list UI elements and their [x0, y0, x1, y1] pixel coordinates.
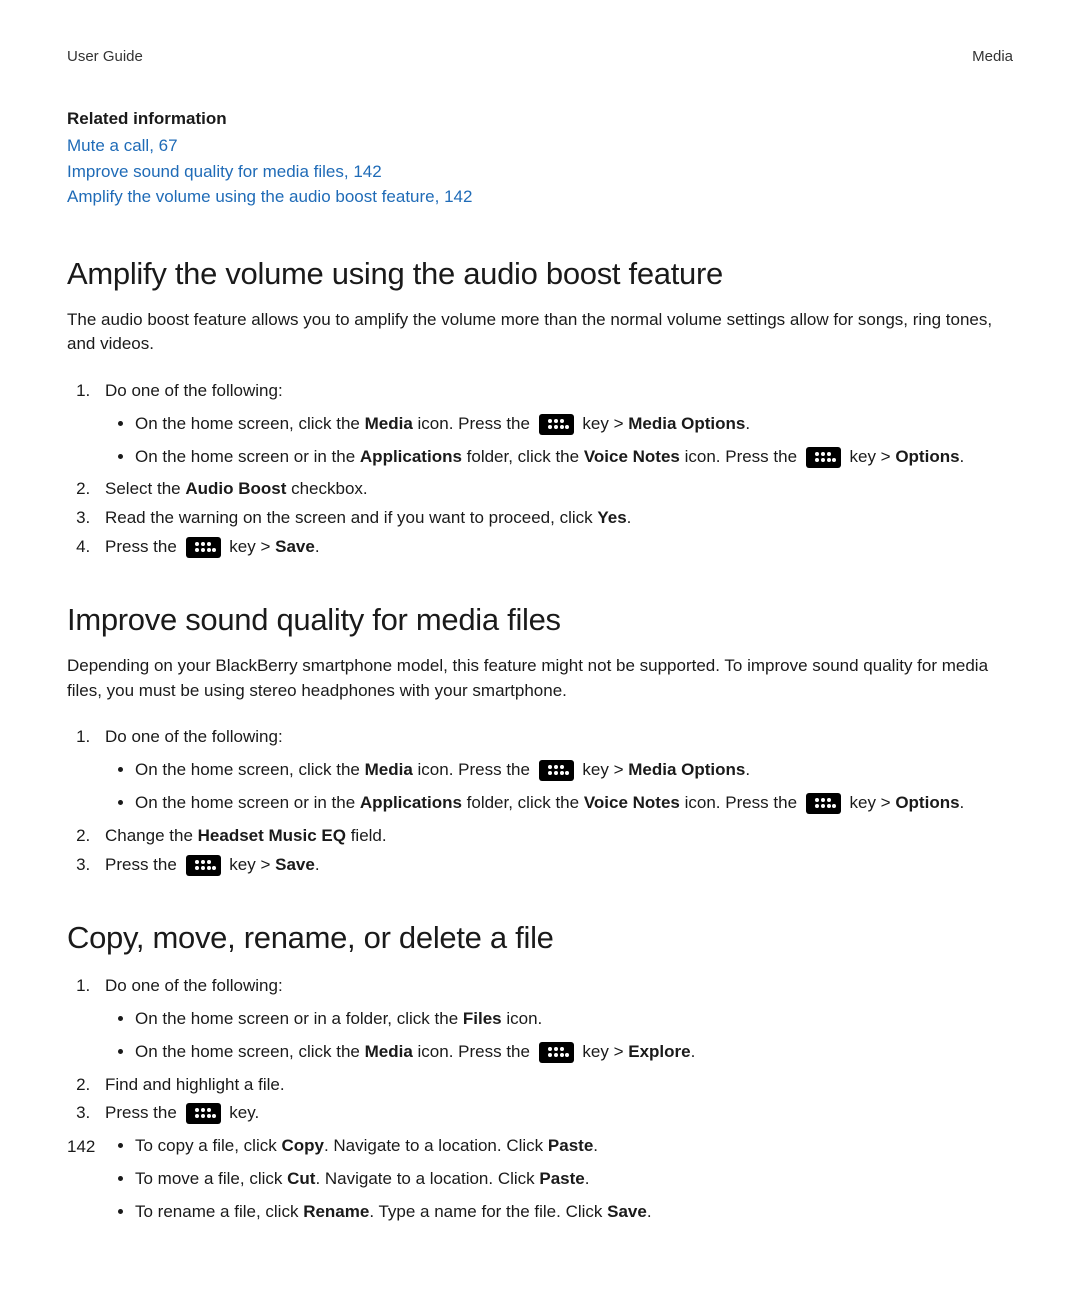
step-3: Read the warning on the screen and if yo… — [95, 504, 1013, 533]
menu-key-icon — [539, 760, 574, 781]
step-2: Select the Audio Boost checkbox. — [95, 475, 1013, 504]
step-3: Press the key > Save. — [95, 851, 1013, 880]
related-link-mute-call[interactable]: Mute a call, 67 — [67, 133, 1013, 159]
bullet-media-options: On the home screen, click the Media icon… — [135, 756, 1013, 785]
related-link-amplify-volume[interactable]: Amplify the volume using the audio boost… — [67, 184, 1013, 210]
step-1: Do one of the following: On the home scr… — [95, 377, 1013, 472]
step-4: Press the key > Save. — [95, 533, 1013, 562]
menu-key-icon — [806, 447, 841, 468]
menu-key-icon — [539, 414, 574, 435]
bullet-media-options: On the home screen, click the Media icon… — [135, 410, 1013, 439]
page-header: User Guide Media — [67, 48, 1013, 65]
bullet-voice-notes-options: On the home screen or in the Application… — [135, 443, 1013, 472]
step-3: Press the key. To copy a file, click Cop… — [95, 1099, 1013, 1227]
heading-improve-sound: Improve sound quality for media files — [67, 602, 1013, 638]
step-1: Do one of the following: On the home scr… — [95, 723, 1013, 818]
page-number: 142 — [67, 1137, 95, 1157]
heading-copy-move-rename-delete: Copy, move, rename, or delete a file — [67, 920, 1013, 956]
step-2: Change the Headset Music EQ field. — [95, 822, 1013, 851]
header-left: User Guide — [67, 48, 143, 65]
bullet-move: To move a file, click Cut. Navigate to a… — [135, 1165, 1013, 1194]
menu-key-icon — [186, 855, 221, 876]
intro-improve: Depending on your BlackBerry smartphone … — [67, 654, 1013, 703]
bullet-media-explore: On the home screen, click the Media icon… — [135, 1038, 1013, 1067]
bullet-copy: To copy a file, click Copy. Navigate to … — [135, 1132, 1013, 1161]
related-info-list: Mute a call, 67 Improve sound quality fo… — [67, 133, 1013, 210]
steps-improve: Do one of the following: On the home scr… — [67, 723, 1013, 879]
related-link-improve-sound[interactable]: Improve sound quality for media files, 1… — [67, 159, 1013, 185]
bullet-rename: To rename a file, click Rename. Type a n… — [135, 1198, 1013, 1227]
step-1: Do one of the following: On the home scr… — [95, 972, 1013, 1067]
intro-amplify: The audio boost feature allows you to am… — [67, 308, 1013, 357]
menu-key-icon — [186, 537, 221, 558]
header-right: Media — [972, 48, 1013, 65]
heading-amplify-volume: Amplify the volume using the audio boost… — [67, 256, 1013, 292]
menu-key-icon — [186, 1103, 221, 1124]
related-info-heading: Related information — [67, 109, 1013, 129]
menu-key-icon — [539, 1042, 574, 1063]
steps-file-ops: Do one of the following: On the home scr… — [67, 972, 1013, 1227]
bullet-files-icon: On the home screen or in a folder, click… — [135, 1005, 1013, 1034]
menu-key-icon — [806, 793, 841, 814]
steps-amplify: Do one of the following: On the home scr… — [67, 377, 1013, 562]
step-2: Find and highlight a file. — [95, 1071, 1013, 1100]
bullet-voice-notes-options: On the home screen or in the Application… — [135, 789, 1013, 818]
